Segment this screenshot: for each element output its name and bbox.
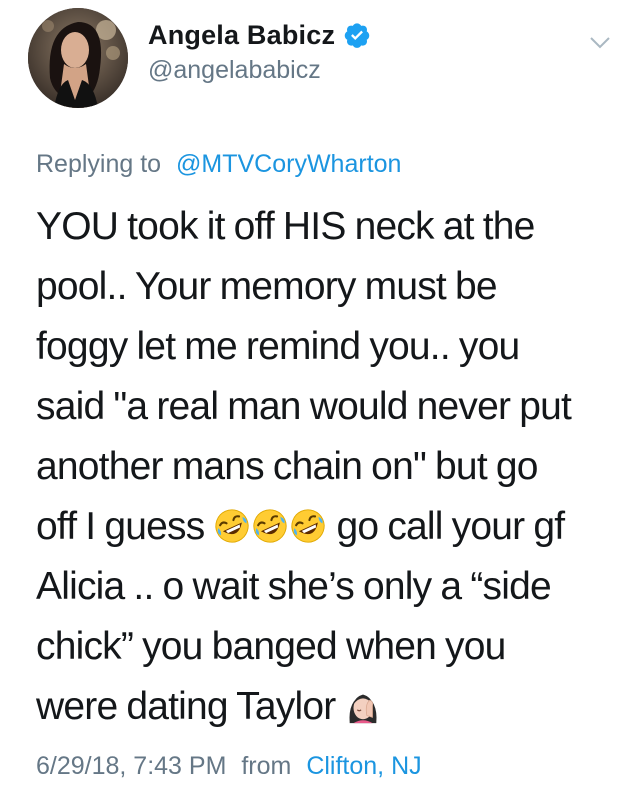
location-link[interactable]: Clifton, NJ (306, 752, 421, 780)
replying-to-mention[interactable]: @MTVCoryWharton (176, 150, 401, 178)
handle[interactable]: @angelababicz (148, 56, 371, 85)
tweet-line: Alicia .. o wait she’s only a “side (36, 565, 552, 608)
replying-to: Replying to @MTVCoryWharton (36, 150, 401, 179)
verified-badge-icon (343, 21, 371, 49)
facepalm-woman-icon (344, 683, 382, 724)
tweet-meta: 6/29/18, 7:43 PM from Clifton, NJ (36, 752, 422, 781)
tweet-line-text: go call your gf (327, 505, 566, 548)
tweet-line: another mans chain on" but go (36, 445, 538, 488)
rofl-icon (213, 503, 251, 543)
tweet-line: pool.. Your memory must be (36, 265, 498, 308)
tweet-line-text: off I guess (36, 505, 214, 548)
author-block: Angela Babicz @angelababicz (148, 16, 371, 85)
display-name[interactable]: Angela Babicz (148, 20, 335, 51)
name-row: Angela Babicz (148, 16, 371, 54)
tweet-line: were dating Taylor (36, 677, 626, 737)
tweet-line: chick” you banged when you (36, 625, 506, 668)
tweet-line: said "a real man would never put (36, 385, 572, 428)
rofl-icon (289, 503, 327, 543)
tweet-line: foggy let me remind you.. you (36, 325, 520, 368)
chevron-down-icon[interactable] (588, 30, 612, 54)
rofl-icon (251, 503, 289, 543)
tweet-card: Angela Babicz @angelababicz Replying to … (0, 0, 640, 798)
timestamp[interactable]: 6/29/18, 7:43 PM (36, 752, 226, 780)
from-label: from (241, 752, 292, 780)
replying-to-label: Replying to (36, 150, 162, 178)
avatar[interactable] (28, 8, 128, 108)
tweet-line-text: were dating Taylor (36, 685, 345, 728)
tweet-line: off I guess go call your gf (36, 497, 626, 557)
tweet-text: YOU took it off HIS neck at the pool.. Yo… (36, 197, 626, 737)
tweet-line: YOU took it off HIS neck at the (36, 205, 535, 248)
